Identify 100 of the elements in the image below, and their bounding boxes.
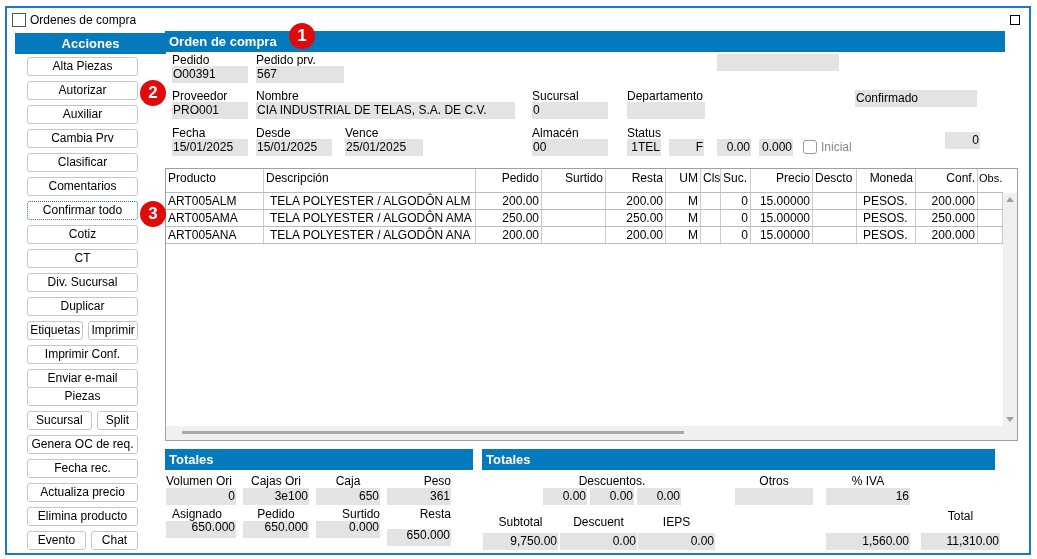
field-label: Descuent: [572, 515, 625, 529]
field-label: % IVA: [850, 474, 886, 488]
input-field[interactable]: 15/01/2025: [172, 139, 248, 156]
field-label: Otros: [758, 474, 790, 488]
action-button[interactable]: Evento: [27, 531, 86, 550]
input-field[interactable]: 0.00: [590, 488, 634, 505]
input-field[interactable]: 0: [945, 132, 980, 149]
input-field[interactable]: CIA INDUSTRIAL DE TELAS, S.A. DE C.V.: [256, 102, 515, 119]
table-cell: 200.000: [916, 193, 978, 209]
action-button[interactable]: Comentarios: [27, 177, 138, 196]
input-field[interactable]: [717, 54, 839, 71]
field-label: Sucursal: [532, 91, 580, 102]
input-field[interactable]: 0.00: [560, 533, 637, 550]
action-button[interactable]: Div. Sucursal: [27, 273, 138, 292]
action-button[interactable]: Duplicar: [27, 297, 138, 316]
action-button[interactable]: Imprimir: [88, 321, 138, 340]
column-header[interactable]: Descto: [813, 169, 857, 192]
input-field[interactable]: 11,310.00: [921, 533, 1000, 550]
window-icon: [12, 12, 26, 27]
input-field[interactable]: Confirmado: [855, 90, 977, 107]
action-button[interactable]: Genera OC de req.: [27, 435, 138, 454]
input-field[interactable]: 1TEL: [627, 139, 661, 156]
input-field[interactable]: 650.000: [166, 521, 236, 538]
vertical-scrollbar[interactable]: [1003, 193, 1017, 426]
action-button[interactable]: Clasificar: [27, 153, 138, 172]
input-field[interactable]: 0.00: [543, 488, 587, 505]
action-button[interactable]: Cambia Prv: [27, 129, 138, 148]
table-cell: M: [666, 210, 701, 226]
action-button[interactable]: Cotiz: [27, 225, 138, 244]
action-button[interactable]: Fecha rec.: [27, 459, 138, 478]
action-button[interactable]: Autorizar: [27, 81, 138, 100]
field-label: Proveedor: [172, 91, 229, 102]
field-label: Fecha: [172, 128, 207, 139]
field-label: Caja: [334, 474, 362, 488]
action-button[interactable]: Enviar e-mail: [27, 369, 138, 388]
action-button[interactable]: Confirmar todo: [27, 201, 138, 220]
input-field[interactable]: 15/01/2025: [256, 139, 332, 156]
action-button[interactable]: Etiquetas: [27, 321, 84, 340]
input-field[interactable]: 3e100: [243, 488, 309, 505]
action-button[interactable]: Actualiza precio: [27, 483, 138, 502]
field-label: Almacén: [532, 128, 580, 139]
input-field[interactable]: 650: [316, 488, 380, 505]
column-header[interactable]: Conf.: [916, 169, 978, 192]
table-cell: M: [666, 227, 701, 243]
input-field[interactable]: 650.000: [243, 521, 309, 538]
input-field[interactable]: [627, 102, 705, 119]
action-button[interactable]: Auxiliar: [27, 105, 138, 124]
column-header[interactable]: Surtido: [542, 169, 606, 192]
action-button[interactable]: Split: [96, 411, 138, 430]
action-button[interactable]: Imprimir Conf.: [27, 345, 138, 364]
step-marker: 2: [140, 80, 166, 106]
input-field[interactable]: 0.00: [638, 533, 715, 550]
input-field[interactable]: 0.00: [637, 488, 681, 505]
column-header[interactable]: Resta: [606, 169, 666, 192]
input-field[interactable]: O00391: [172, 66, 248, 83]
input-field[interactable]: 0: [532, 102, 608, 119]
input-field[interactable]: 1,560.00: [826, 533, 910, 550]
input-field[interactable]: 361: [387, 488, 451, 505]
table-cell: PESOS.: [857, 193, 916, 209]
input-field[interactable]: 650.000: [387, 529, 451, 546]
action-button[interactable]: Piezas: [27, 387, 138, 406]
horizontal-scrollbar[interactable]: [166, 426, 1017, 440]
input-field[interactable]: 16: [826, 488, 910, 505]
input-field[interactable]: 0.00: [717, 139, 751, 156]
field-label: Vence: [345, 128, 380, 139]
action-button[interactable]: Elimina producto: [27, 507, 138, 526]
input-field[interactable]: 0.000: [759, 139, 793, 156]
input-field[interactable]: 0: [166, 488, 236, 505]
table-cell: 250.00: [476, 210, 542, 226]
table-cell: ART005AMA: [166, 210, 264, 226]
table-cell: 250.00: [606, 210, 666, 226]
column-header[interactable]: Suc.: [721, 169, 751, 192]
input-field[interactable]: 567: [256, 66, 344, 83]
table-cell: 0: [721, 210, 751, 226]
action-button[interactable]: Chat: [91, 531, 138, 550]
input-field[interactable]: PRO001: [172, 102, 248, 119]
input-field[interactable]: 25/01/2025: [345, 139, 423, 156]
action-button[interactable]: Sucursal: [27, 411, 92, 430]
table-cell: 250.000: [916, 210, 978, 226]
scroll-up-arrow-icon[interactable]: [1006, 197, 1014, 202]
column-header[interactable]: Descripción: [264, 169, 476, 192]
table-cell: 15.00000: [751, 210, 813, 226]
input-field[interactable]: 9,750.00: [483, 533, 558, 550]
input-field[interactable]: [735, 488, 813, 505]
field-label: Total: [946, 509, 975, 523]
step-marker: 1: [289, 23, 315, 49]
maximize-button[interactable]: [1010, 14, 1020, 25]
action-button[interactable]: CT: [27, 249, 138, 268]
scroll-down-arrow-icon[interactable]: [1006, 417, 1014, 422]
column-header[interactable]: Obs.: [978, 169, 1003, 192]
column-header[interactable]: Cls: [701, 169, 721, 192]
input-field[interactable]: F: [669, 139, 704, 156]
column-header[interactable]: Precio: [751, 169, 813, 192]
input-field[interactable]: 0.000: [316, 521, 380, 538]
column-header[interactable]: Moneda: [857, 169, 916, 192]
column-header[interactable]: Producto: [166, 169, 264, 192]
column-header[interactable]: Pedido: [476, 169, 542, 192]
input-field[interactable]: 00: [532, 139, 608, 156]
column-header[interactable]: UM: [666, 169, 701, 192]
action-button[interactable]: Alta Piezas: [27, 57, 138, 76]
